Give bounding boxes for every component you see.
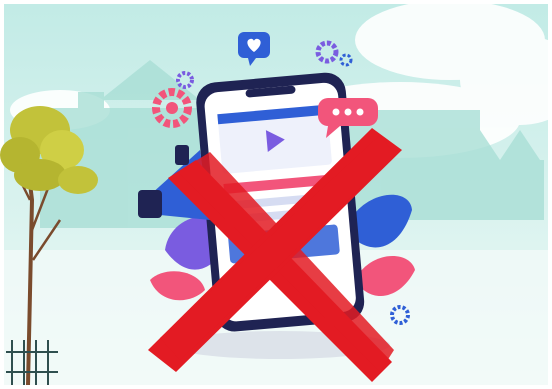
- illustration-canvas: [0, 0, 552, 386]
- illustration: [0, 0, 552, 389]
